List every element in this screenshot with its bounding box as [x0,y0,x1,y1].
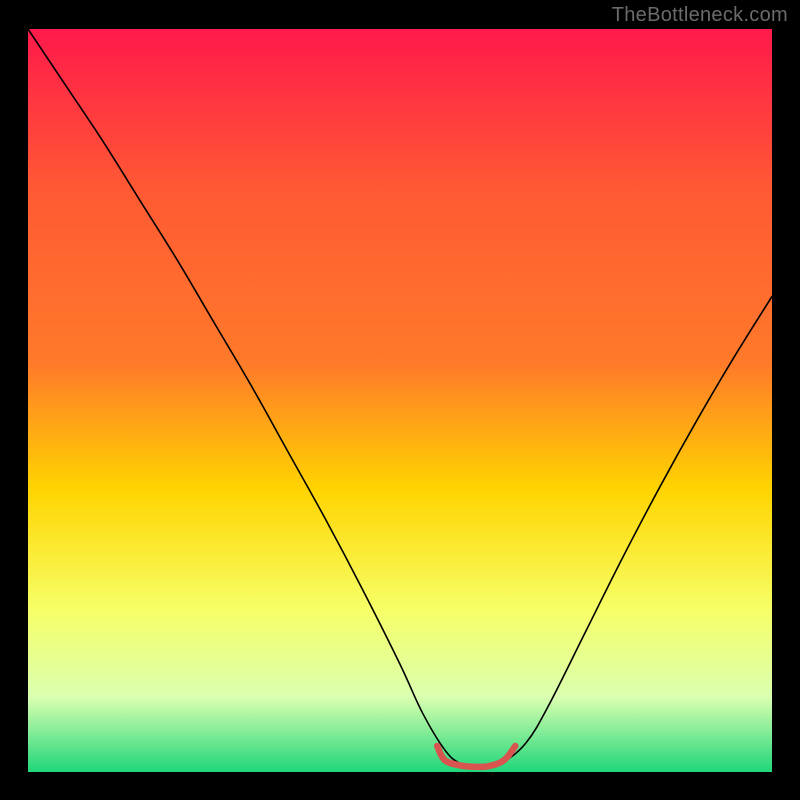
chart-svg [28,29,772,772]
watermark-text: TheBottleneck.com [612,4,788,27]
gradient-background [28,29,772,772]
chart-frame: TheBottleneck.com [0,0,800,800]
chart-plot-area [28,29,772,772]
